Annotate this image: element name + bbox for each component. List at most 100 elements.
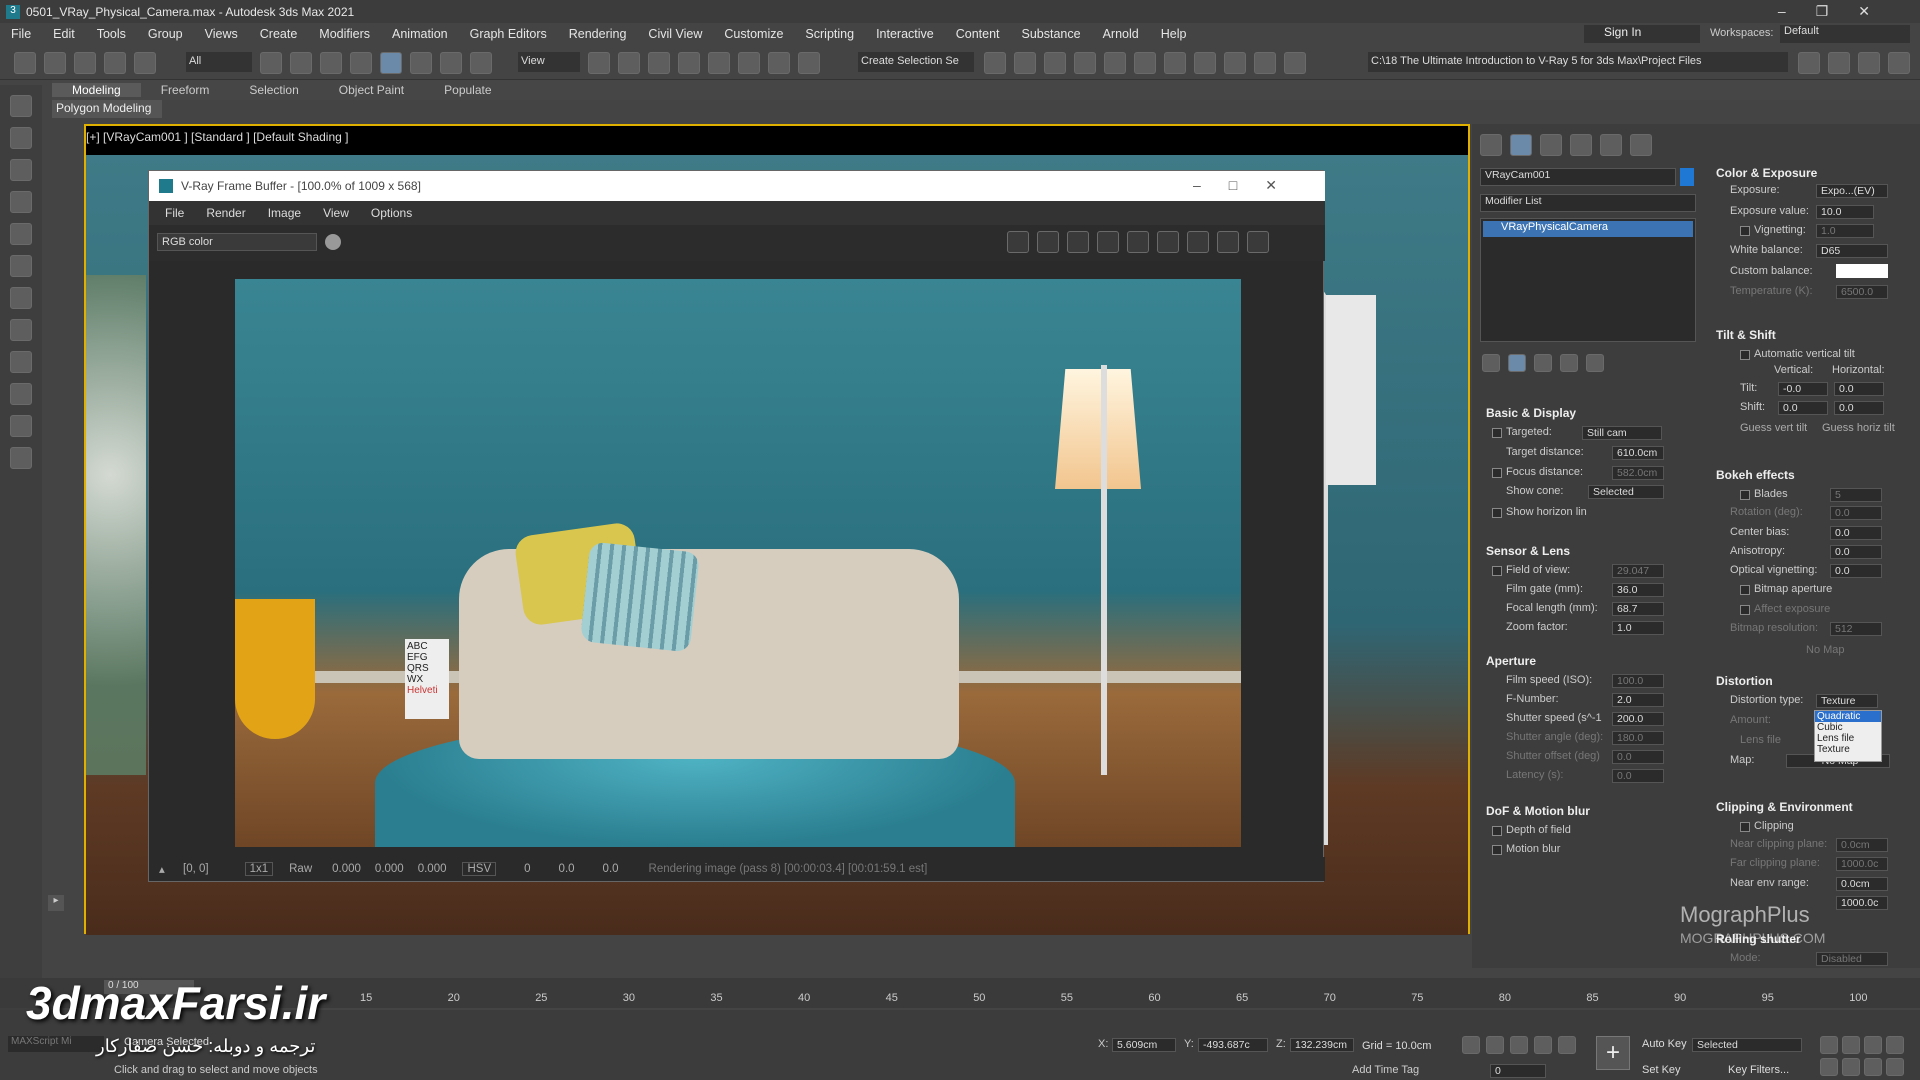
tab-selection[interactable]: Selection [229, 83, 318, 97]
focus-distance-field[interactable]: 582.0cm [1612, 466, 1664, 480]
far-env-field[interactable]: 1000.0c [1836, 896, 1888, 910]
menu-edit[interactable]: Edit [42, 27, 86, 41]
selection-filter[interactable]: All [186, 52, 252, 72]
option-quadratic[interactable]: Quadratic [1815, 711, 1881, 722]
color-mode-select[interactable]: HSV [462, 862, 497, 876]
modifier-list-select[interactable]: Modifier List [1480, 194, 1696, 212]
exposure-value-field[interactable]: 10.0 [1816, 205, 1874, 219]
spinner-snap-icon[interactable] [768, 52, 790, 74]
edit-named-selection-icon[interactable] [798, 52, 820, 74]
box-icon[interactable] [10, 255, 32, 277]
lock-resolution-icon[interactable] [1097, 231, 1119, 253]
rendered-frame-window-icon[interactable] [1254, 52, 1276, 74]
link-icon[interactable] [74, 52, 96, 74]
menu-views[interactable]: Views [194, 27, 249, 41]
tilt-shift-header[interactable]: Tilt & Shift [1716, 328, 1912, 342]
window-crossing-icon[interactable] [350, 52, 372, 74]
create-tab-icon[interactable] [1480, 134, 1502, 156]
bind-space-warp-icon[interactable] [134, 52, 156, 74]
f-number-field[interactable]: 2.0 [1612, 693, 1664, 707]
fov-checkbox[interactable] [1492, 566, 1502, 576]
pin-stack-icon[interactable] [1482, 354, 1500, 372]
next-frame-icon[interactable] [1534, 1036, 1552, 1054]
channel-select[interactable]: RGB color [157, 233, 317, 251]
pivot-icon[interactable] [588, 52, 610, 74]
auto-tilt-checkbox[interactable] [1740, 350, 1750, 360]
object-name-field[interactable]: VRayCam001 [1480, 168, 1676, 186]
affect-exposure-checkbox[interactable] [1740, 605, 1750, 615]
film-gate-field[interactable]: 36.0 [1612, 583, 1664, 597]
align-icon[interactable] [1014, 52, 1036, 74]
vfb-menu-options[interactable]: Options [371, 206, 412, 220]
tab-freeform[interactable]: Freeform [141, 83, 230, 97]
move-icon[interactable] [380, 52, 402, 74]
maxscript-listener[interactable]: MAXScript Mi [8, 1036, 104, 1052]
project-settings-icon[interactable] [1888, 52, 1910, 74]
motion-blur-checkbox[interactable] [1492, 845, 1502, 855]
helpers-icon[interactable] [10, 223, 32, 245]
unlink-icon[interactable] [104, 52, 126, 74]
clipping-checkbox[interactable] [1740, 822, 1750, 832]
project-open-icon[interactable] [1828, 52, 1850, 74]
dof-checkbox[interactable] [1492, 826, 1502, 836]
select-by-name-icon[interactable] [290, 52, 312, 74]
menu-arnold[interactable]: Arnold [1092, 27, 1150, 41]
anisotropy-field[interactable]: 0.0 [1830, 545, 1882, 559]
sign-in-button[interactable]: Sign In [1584, 25, 1700, 43]
menu-rendering[interactable]: Rendering [558, 27, 638, 41]
angle-snap-icon[interactable] [708, 52, 730, 74]
blades-checkbox[interactable] [1740, 490, 1750, 500]
utilities-tab-icon[interactable] [1630, 134, 1652, 156]
bitmap-aperture-checkbox[interactable] [1740, 585, 1750, 595]
bokeh-no-map-button[interactable]: No Map [1806, 644, 1845, 656]
clipping-header[interactable]: Clipping & Environment [1716, 800, 1912, 814]
set-key-plus-icon[interactable]: + [1596, 1036, 1630, 1070]
shutter-angle-field[interactable]: 180.0 [1612, 731, 1664, 745]
project-path[interactable]: C:\18 The Ultimate Introduction to V-Ray… [1368, 52, 1788, 72]
tab-modeling[interactable]: Modeling [52, 83, 141, 97]
remove-modifier-icon[interactable] [1560, 354, 1578, 372]
menu-customize[interactable]: Customize [713, 27, 794, 41]
menu-group[interactable]: Group [137, 27, 194, 41]
expand-arrow-icon[interactable]: ▸ [48, 895, 64, 911]
zoom-all-icon[interactable] [1842, 1036, 1860, 1054]
shutter-offset-field[interactable]: 0.0 [1612, 750, 1664, 764]
zoom-extents-icon[interactable] [1864, 1036, 1882, 1054]
hierarchy-tab-icon[interactable] [1540, 134, 1562, 156]
distortion-type-select[interactable]: Texture [1816, 694, 1878, 708]
zoom-factor-field[interactable]: 1.0 [1612, 621, 1664, 635]
vfb-menu-view[interactable]: View [323, 206, 349, 220]
show-cone-select[interactable]: Selected [1588, 485, 1664, 499]
lights-icon[interactable] [10, 159, 32, 181]
cylinder-icon[interactable] [10, 319, 32, 341]
vfb-menu-render[interactable]: Render [206, 206, 245, 220]
previous-frame-icon[interactable] [1486, 1036, 1504, 1054]
menu-content[interactable]: Content [945, 27, 1011, 41]
stack-item-vray-physical-camera[interactable]: VRayPhysicalCamera [1483, 221, 1693, 237]
reference-coord-select[interactable]: View [518, 52, 580, 72]
exposure-select[interactable]: Expo...(EV) [1816, 184, 1888, 198]
bitmap-resolution-field[interactable]: 512 [1830, 622, 1882, 636]
auto-key-button[interactable]: Auto Key [1642, 1038, 1687, 1050]
custom-balance-swatch[interactable] [1836, 264, 1888, 278]
torus-icon[interactable] [10, 415, 32, 437]
refresh-render-icon[interactable] [1187, 231, 1209, 253]
layer-explorer-icon[interactable] [1074, 52, 1096, 74]
latency-field[interactable]: 0.0 [1612, 769, 1664, 783]
key-filters-button[interactable]: Key Filters... [1728, 1064, 1789, 1076]
interactive-render-icon[interactable] [1157, 231, 1179, 253]
y-coordinate[interactable]: -493.687c [1198, 1038, 1268, 1052]
manipulate-icon[interactable] [618, 52, 640, 74]
option-lens-file[interactable]: Lens file [1815, 733, 1881, 744]
x-coordinate[interactable]: 5.609cm [1112, 1038, 1176, 1052]
shift-vertical-field[interactable]: 0.0 [1778, 401, 1828, 415]
orbit-icon[interactable] [1864, 1058, 1882, 1076]
show-end-result-icon[interactable] [1508, 354, 1526, 372]
color-exposure-header[interactable]: Color & Exposure [1716, 166, 1912, 180]
viewport-label[interactable]: [+] [VRayCam001 ] [Standard ] [Default S… [86, 130, 348, 144]
render-setup-icon[interactable] [1224, 52, 1246, 74]
material-editor-icon[interactable] [1194, 52, 1216, 74]
sphere-icon[interactable] [10, 287, 32, 309]
vignetting-checkbox[interactable] [1740, 226, 1750, 236]
scene-explorer-icon[interactable] [1044, 52, 1066, 74]
